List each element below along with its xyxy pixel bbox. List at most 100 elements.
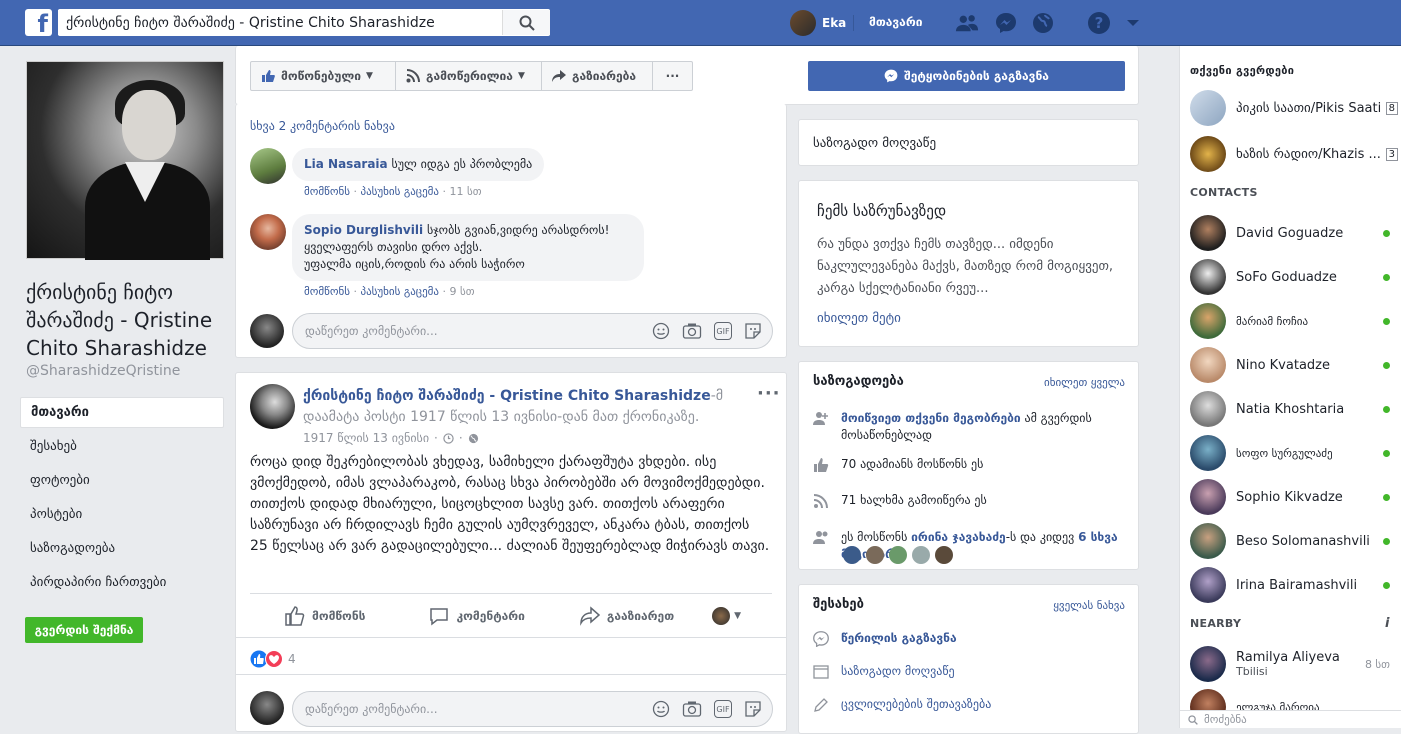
comment-time[interactable]: 11 სთ (450, 185, 482, 198)
avatar[interactable] (250, 148, 286, 184)
community-title[interactable]: საზოგადოება (813, 374, 904, 389)
contact-item[interactable]: სოფო სურგულაძე (1190, 431, 1400, 475)
about-see-all-link[interactable]: ყველას ნახვა (1053, 599, 1125, 612)
friends-icon[interactable] (955, 11, 979, 35)
likes-row: 70 ადამიანს მოსწონს ეს (813, 457, 1128, 473)
contact-item[interactable]: მარიამ ჩოჩია (1190, 299, 1400, 343)
story-title[interactable]: ჩემს საზრუნავზედ (817, 202, 946, 220)
see-more-link[interactable]: იხილეთ მეტი (817, 311, 901, 326)
reactions-summary[interactable]: 4 (250, 650, 296, 668)
invite-text: მოიწვიეთ თქვენი მეგობრები ამ გვერდის მოს… (841, 410, 1128, 444)
post-author-link[interactable]: ქრისტინე ჩიტო შარაშიძე - Qristine Chito … (303, 388, 711, 404)
contact-item[interactable]: Beso Solomanashvili (1190, 519, 1400, 563)
contact-item[interactable]: Nino Kvatadze (1190, 343, 1400, 387)
contact-item[interactable]: Natia Khoshtaria (1190, 387, 1400, 431)
nav-item-photos[interactable]: ფოტოები (20, 464, 224, 498)
messenger-icon[interactable] (994, 11, 1018, 35)
nav-item-about[interactable]: შესახებ (20, 430, 224, 464)
comment-like-link[interactable]: მომწონს (304, 185, 350, 198)
gif-icon[interactable]: GIF (714, 322, 732, 340)
avatar (1190, 523, 1226, 559)
comment-reply-link[interactable]: პასუხის გაცემა (360, 285, 439, 298)
more-button[interactable]: ··· (652, 61, 693, 91)
share-button[interactable]: გაზიარება (541, 61, 653, 91)
contact-item[interactable]: Sophio Kikvadze (1190, 475, 1400, 519)
about-title[interactable]: შესახებ (813, 597, 864, 612)
comment-time[interactable]: 9 სთ (450, 285, 475, 298)
send-message-row: წერილის გაგზავნა (813, 631, 1128, 647)
share-label: გაზიარება (572, 69, 637, 83)
friend-name-link[interactable]: ირინა ჯავახაძე (911, 530, 1006, 544)
post-options-icon[interactable]: ··· (757, 383, 781, 404)
comment-bubble: Sopio Durglishvili სჯობს გვიან,ვიდრე არა… (292, 214, 644, 281)
post-action-text: დაამატა პოსტი 1917 წლის 13 ივნისი-დან მა… (303, 409, 700, 425)
comment-like-link[interactable]: მომწონს (304, 285, 350, 298)
invite-friends-link[interactable]: მოიწვიეთ თქვენი მეგობრები (841, 411, 1021, 425)
comment-input[interactable]: დაწერეთ კომენტარი... GIF (292, 313, 773, 349)
post-author-avatar[interactable] (250, 384, 295, 429)
online-indicator (1383, 405, 1390, 413)
search-input[interactable] (58, 10, 502, 35)
online-indicator (1383, 449, 1390, 457)
search-button[interactable] (502, 10, 550, 35)
info-icon[interactable]: i (1385, 616, 1389, 631)
contact-name: Irina Bairamashvili (1236, 577, 1358, 593)
post-date[interactable]: 1917 წლის 13 ივნისი (303, 431, 429, 445)
comment-author[interactable]: Sopio Durglishvili (304, 223, 423, 237)
chevron-down-icon[interactable] (1121, 11, 1145, 35)
avatar[interactable] (935, 546, 953, 564)
liked-button[interactable]: მოწონებული ▼ (250, 61, 396, 91)
profile-link[interactable]: Eka (790, 10, 846, 36)
create-page-button[interactable]: გვერდის შექმნა (25, 617, 143, 643)
post-as-selector[interactable]: ▼ (712, 606, 741, 625)
avatar[interactable] (912, 546, 930, 564)
avatar[interactable] (843, 546, 861, 564)
profile-picture[interactable] (26, 61, 224, 260)
nav-item-live[interactable]: პირდაპირი ჩართვები (20, 566, 224, 600)
contact-item[interactable]: David Goguadze (1190, 211, 1400, 255)
contact-item[interactable]: Irina Bairamashvili (1190, 563, 1400, 607)
contact-name: სოფო სურგულაძე (1236, 446, 1333, 460)
contacts-title: CONTACTS (1190, 186, 1258, 199)
your-pages-title[interactable]: თქვენი გვერდები (1180, 64, 1294, 77)
chat-search-bar[interactable]: მოძებნა (1180, 710, 1401, 728)
avatar[interactable] (250, 214, 286, 250)
gif-icon[interactable]: GIF (714, 700, 732, 718)
comment-button[interactable]: კომენტარი (429, 606, 525, 626)
follows-text: 71 ხალხმა გამოიწერა ეს (841, 493, 987, 507)
send-message-button[interactable]: შეტყობინების გაგზავნა (808, 61, 1125, 91)
share-button[interactable]: გააზიარეთ (580, 605, 674, 626)
globe-icon[interactable] (1031, 11, 1055, 35)
nav-item-community[interactable]: საზოგადოება (20, 532, 224, 566)
send-message-link[interactable]: წერილის გაგზავნა (841, 631, 957, 645)
home-link[interactable]: მთავარი (869, 15, 922, 29)
camera-icon (682, 701, 702, 717)
suggest-edits-row: ცვლილებების შეთავაზება (813, 697, 1128, 713)
comment-reply-link[interactable]: პასუხის გაცემა (360, 185, 439, 198)
likes-text: 70 ადამიანს მოსწონს ეს (841, 457, 984, 471)
nav-item-posts[interactable]: პოსტები (20, 498, 224, 532)
comment-input-placeholder: დაწერეთ კომენტარი... (305, 324, 438, 338)
comment-input[interactable]: დაწერეთ კომენტარი... GIF (292, 691, 773, 727)
help-icon[interactable]: ? (1087, 11, 1111, 35)
contact-item[interactable]: SoFo Goduadze (1190, 255, 1400, 299)
facebook-logo[interactable]: f (25, 9, 52, 36)
avatar[interactable] (889, 546, 907, 564)
following-button[interactable]: გამოწერილია ▼ (395, 61, 542, 91)
avatar[interactable] (866, 546, 884, 564)
avatar (1190, 215, 1226, 251)
avatar (250, 691, 284, 725)
page-item[interactable]: ხაზის რადიო/Khazis ... 3 (1190, 132, 1400, 176)
community-see-all-link[interactable]: იხილეთ ყველა (1044, 376, 1125, 389)
comment-author[interactable]: Lia Nasaraia (304, 157, 388, 171)
suggest-edits-link[interactable]: ცვლილებების შეთავაზება (841, 697, 991, 711)
nav-item-home[interactable]: მთავარი (20, 397, 224, 428)
like-button[interactable]: მომწონს (285, 605, 365, 626)
page-handle[interactable]: @SharashidzeQristine (26, 363, 180, 379)
view-more-comments-link[interactable]: სხვა 2 კომენტარის ნახვა (250, 119, 395, 133)
nearby-item[interactable]: Ramilya Aliyeva Tbilisi 8 სთ (1190, 642, 1400, 686)
public-figure-link[interactable]: საზოგადო მოღვაწე (841, 664, 955, 678)
page-item[interactable]: პიკის საათი/Pikis Saati 8 (1190, 86, 1400, 130)
page-title[interactable]: ქრისტინე ჩიტო შარაშიძე - Qristine Chito … (26, 278, 226, 362)
page-category[interactable]: საზოგადო მოღვაწე (813, 136, 936, 151)
